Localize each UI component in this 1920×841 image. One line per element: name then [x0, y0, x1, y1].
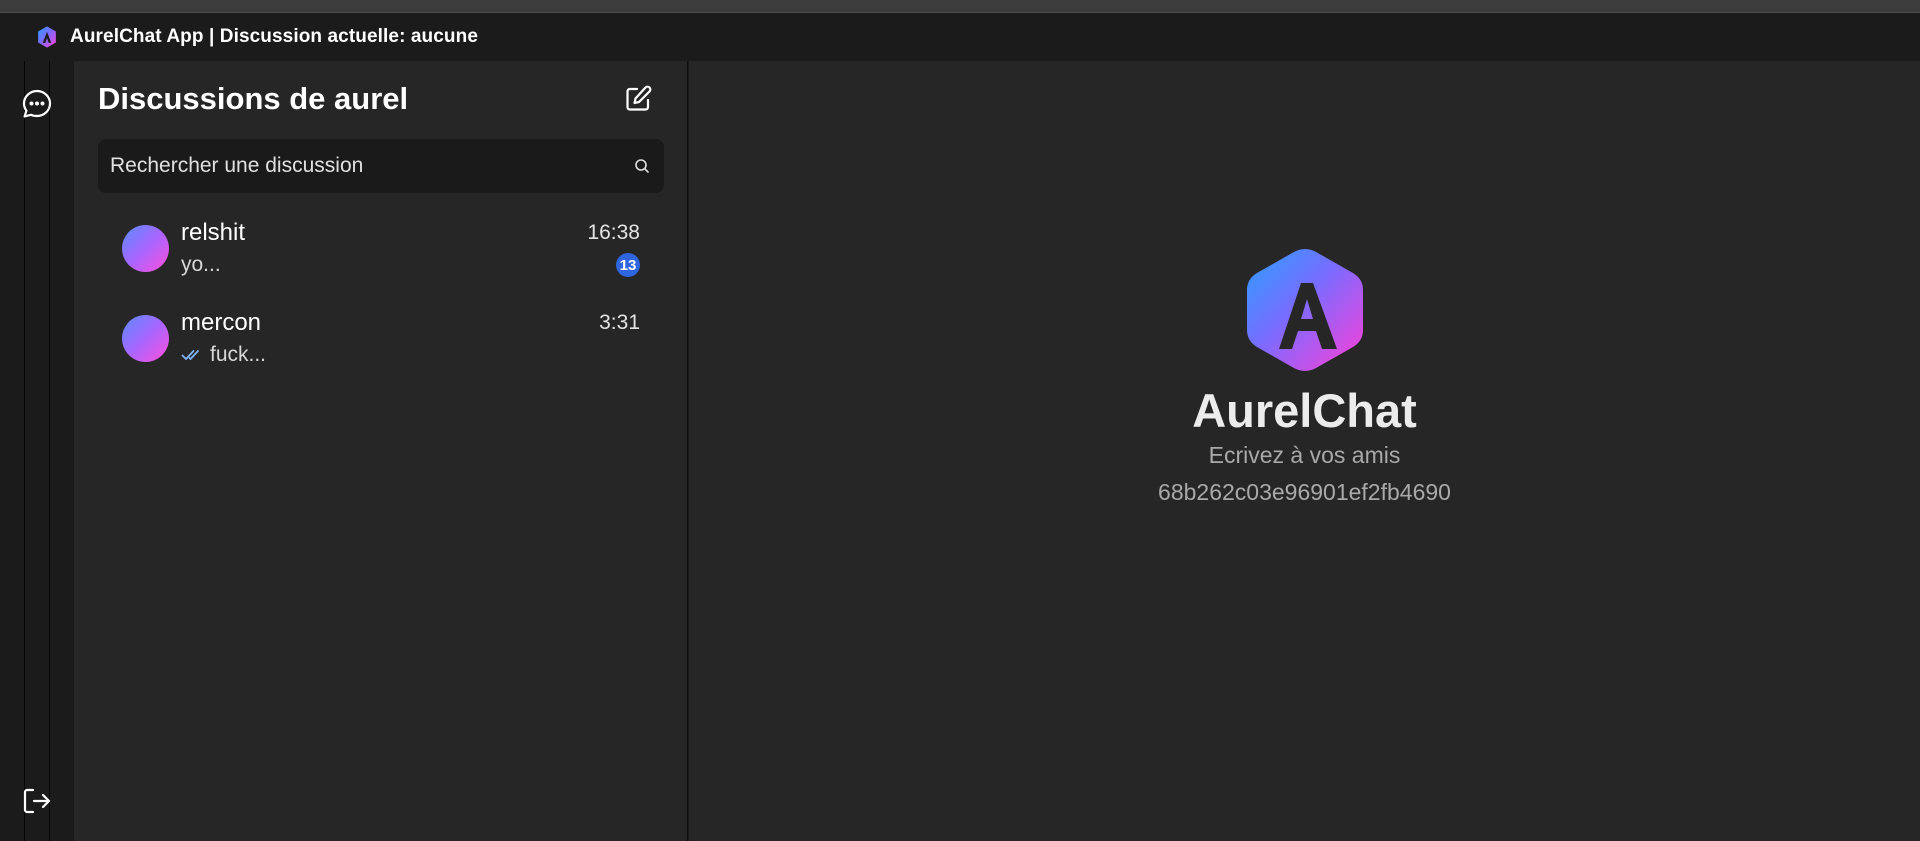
- conversation-time: 3:31: [599, 311, 640, 334]
- brand-tagline: Ecrivez à vos amis: [1208, 442, 1401, 468]
- aurelchat-brand-logo-icon: [1247, 249, 1363, 371]
- avatar: [122, 225, 169, 272]
- window-title: AurelChat App | Discussion actuelle: auc…: [70, 26, 478, 47]
- rail-divider: [24, 61, 50, 841]
- logout-icon: [23, 788, 51, 814]
- conversation-preview: yo...: [181, 253, 221, 277]
- sidebar-title: Discussions de aurel: [98, 81, 409, 116]
- title-bar: AurelChat App | Discussion actuelle: auc…: [0, 13, 1920, 61]
- unread-badge: 13: [616, 253, 640, 277]
- search-icon[interactable]: [634, 158, 650, 174]
- compose-icon: [626, 85, 652, 111]
- conversation-name: relshit: [181, 219, 246, 246]
- conversation-item[interactable]: mercon 3:31 fuck...: [98, 299, 664, 381]
- preview-text: yo...: [181, 253, 221, 276]
- conversation-name: mercon: [181, 309, 262, 336]
- avatar: [122, 315, 169, 362]
- search-input[interactable]: [98, 139, 634, 193]
- double-check-icon: [181, 350, 199, 360]
- new-discussion-button[interactable]: [620, 81, 656, 117]
- preview-text: fuck...: [210, 343, 267, 366]
- chat-bubble-icon: [22, 89, 52, 118]
- search-box: [98, 139, 664, 193]
- user-id: 68b262c03e96901ef2fb4690: [1158, 479, 1451, 505]
- conversation-time: 16:38: [587, 221, 640, 244]
- window-top-strip: [0, 0, 1920, 13]
- logout-button[interactable]: [16, 780, 58, 822]
- aurelchat-logo-icon: [38, 26, 56, 48]
- brand-name: AurelChat: [1192, 384, 1417, 437]
- conversation-preview: fuck...: [181, 343, 266, 367]
- discussions-sidebar: Discussions de aurel relshit 16:38 yo...…: [74, 61, 688, 841]
- main-welcome-panel: AurelChat Ecrivez à vos amis 68b262c03e9…: [689, 61, 1920, 841]
- conversation-item[interactable]: relshit 16:38 yo... 13: [98, 209, 664, 291]
- chats-nav-button[interactable]: [16, 83, 58, 125]
